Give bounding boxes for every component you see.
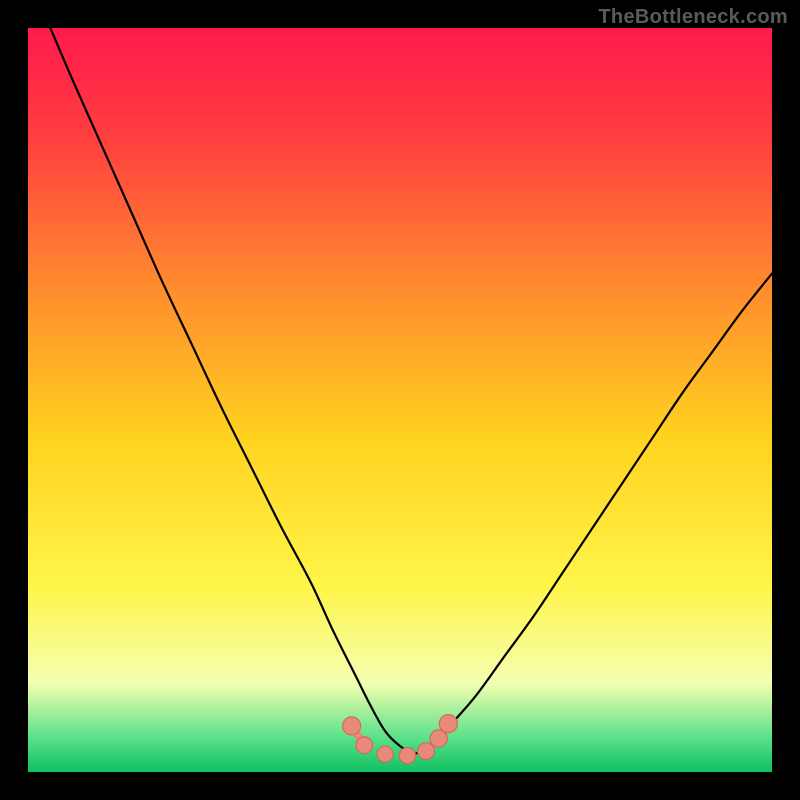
chart-plot-area — [28, 28, 772, 772]
watermark-label: TheBottleneck.com — [598, 6, 788, 29]
bottleneck-chart — [28, 28, 772, 772]
chart-frame: TheBottleneck.com — [0, 0, 800, 800]
gradient-background — [28, 28, 772, 772]
